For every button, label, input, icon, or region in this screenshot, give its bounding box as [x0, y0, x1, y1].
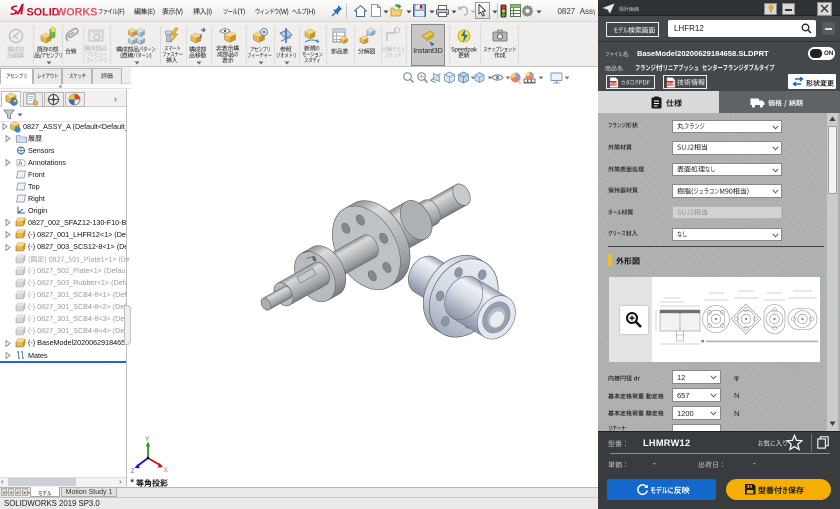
svg-text:Z: Z [131, 468, 135, 475]
svg-text:WORKS: WORKS [56, 7, 97, 19]
svg-text:X: X [164, 467, 169, 474]
svg-text:Y: Y [145, 436, 150, 443]
svg-text:PDF: PDF [667, 81, 675, 85]
svg-text:SOLID: SOLID [27, 7, 60, 19]
svg-text:A: A [18, 161, 22, 167]
svg-text:PDF: PDF [610, 81, 618, 85]
